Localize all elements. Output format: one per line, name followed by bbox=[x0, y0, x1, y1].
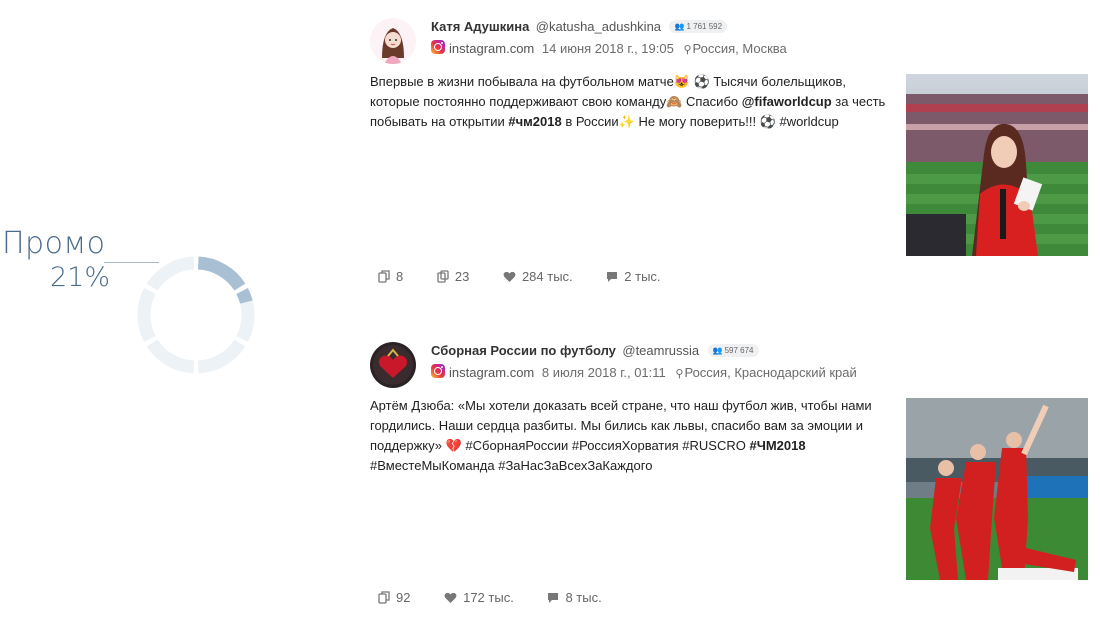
followers-badge: 👥 1 761 592 bbox=[669, 20, 728, 33]
donut-filled-segment bbox=[197, 256, 246, 291]
post-stats: 8 23 284 тыс. 2 тыс. bbox=[378, 269, 691, 284]
likes-count: 284 тыс. bbox=[521, 269, 573, 284]
location-pin-icon: ⚲ bbox=[683, 44, 692, 56]
author-name[interactable]: Катя Адушкина bbox=[431, 19, 529, 34]
comment-icon bbox=[548, 593, 559, 603]
post-photo[interactable] bbox=[906, 398, 1088, 580]
comments-stat[interactable]: 8 тыс. bbox=[547, 590, 602, 605]
copy-icon bbox=[378, 270, 390, 283]
author-handle[interactable]: @teamrussia bbox=[622, 343, 699, 358]
followers-count: 1 761 592 bbox=[686, 22, 723, 31]
heart-icon bbox=[503, 271, 516, 282]
post-header: Катя Адушкина @katusha_adushkina 👥 1 761 … bbox=[431, 18, 728, 36]
post-location: Россия, Краснодарский край bbox=[684, 365, 857, 380]
comments-count: 2 тыс. bbox=[624, 269, 661, 284]
reposts-stat[interactable]: 23 bbox=[437, 269, 469, 284]
copies-stat[interactable]: 92 bbox=[378, 590, 410, 605]
donut-filled-segment bbox=[236, 287, 253, 304]
post-date[interactable]: 14 июня 2018 г., 19:05 bbox=[542, 41, 674, 56]
people-icon: 👥 bbox=[674, 22, 685, 31]
author-handle[interactable]: @katusha_adushkina bbox=[536, 19, 661, 34]
instagram-icon bbox=[431, 364, 445, 378]
likes-stat[interactable]: 284 тыс. bbox=[503, 269, 573, 284]
post-stats: 92 172 тыс. 8 тыс. bbox=[378, 590, 632, 605]
post-photo[interactable] bbox=[906, 74, 1088, 256]
followers-count: 597 674 bbox=[724, 346, 754, 355]
donut-track-segment bbox=[146, 256, 195, 291]
likes-count: 172 тыс. bbox=[463, 590, 514, 605]
source-link[interactable]: instagram.com bbox=[449, 41, 534, 56]
mention-link[interactable]: @fifaworldcup bbox=[742, 94, 832, 109]
promo-label: Промо bbox=[2, 226, 106, 261]
likes-stat[interactable]: 172 тыс. bbox=[444, 590, 514, 605]
post-meta: instagram.com 14 июня 2018 г., 19:05 ⚲Ро… bbox=[431, 40, 787, 56]
repost-icon bbox=[437, 270, 449, 283]
post-card: Сборная России по футболу @teamrussia 👥 5… bbox=[370, 336, 1090, 619]
copy-icon bbox=[378, 591, 390, 604]
promo-donut-chart bbox=[137, 256, 255, 374]
post-header: Сборная России по футболу @teamrussia 👥 5… bbox=[431, 342, 759, 360]
post-text: Впервые в жизни побывала на футбольном м… bbox=[370, 72, 895, 132]
followers-badge: 👥 597 674 bbox=[707, 344, 759, 357]
hashtag-link[interactable]: #ЧМ2018 bbox=[749, 438, 805, 453]
source-link[interactable]: instagram.com bbox=[449, 365, 534, 380]
hashtag-link[interactable]: #чм2018 bbox=[508, 114, 561, 129]
text-segment: в России✨ Не могу поверить!!! ⚽️ #worldc… bbox=[561, 114, 839, 129]
donut-track-segment bbox=[197, 339, 246, 374]
promo-percent: 21% bbox=[50, 262, 111, 293]
reposts-count: 23 bbox=[454, 269, 470, 284]
promo-widget: Промо 21% bbox=[0, 0, 280, 619]
comment-icon bbox=[607, 272, 618, 282]
comments-count: 8 тыс. bbox=[565, 590, 602, 605]
author-name[interactable]: Сборная России по футболу bbox=[431, 343, 616, 358]
people-icon: 👥 bbox=[712, 346, 723, 355]
copies-count: 92 bbox=[396, 590, 411, 605]
comments-stat[interactable]: 2 тыс. bbox=[606, 269, 661, 284]
instagram-icon bbox=[431, 40, 445, 54]
copies-stat[interactable]: 8 bbox=[378, 269, 403, 284]
post-meta: instagram.com 8 июля 2018 г., 01:11 ⚲Рос… bbox=[431, 364, 857, 380]
heart-icon bbox=[444, 592, 457, 603]
post-location: Россия, Москва bbox=[692, 41, 787, 56]
donut-track-segment bbox=[146, 339, 195, 374]
copies-count: 8 bbox=[396, 269, 404, 284]
text-segment: #ВместеМыКоманда #ЗаНасЗаВсехЗаКаждого bbox=[370, 458, 653, 473]
post-card: Катя Адушкина @katusha_adushkina 👥 1 761 … bbox=[370, 12, 1090, 302]
avatar[interactable] bbox=[370, 342, 416, 388]
post-text: Артём Дзюба: «Мы хотели доказать всей ст… bbox=[370, 396, 895, 476]
location-pin-icon: ⚲ bbox=[675, 368, 684, 380]
avatar[interactable] bbox=[370, 18, 416, 64]
post-date[interactable]: 8 июля 2018 г., 01:11 bbox=[542, 365, 666, 380]
donut-track-segment bbox=[137, 287, 156, 343]
